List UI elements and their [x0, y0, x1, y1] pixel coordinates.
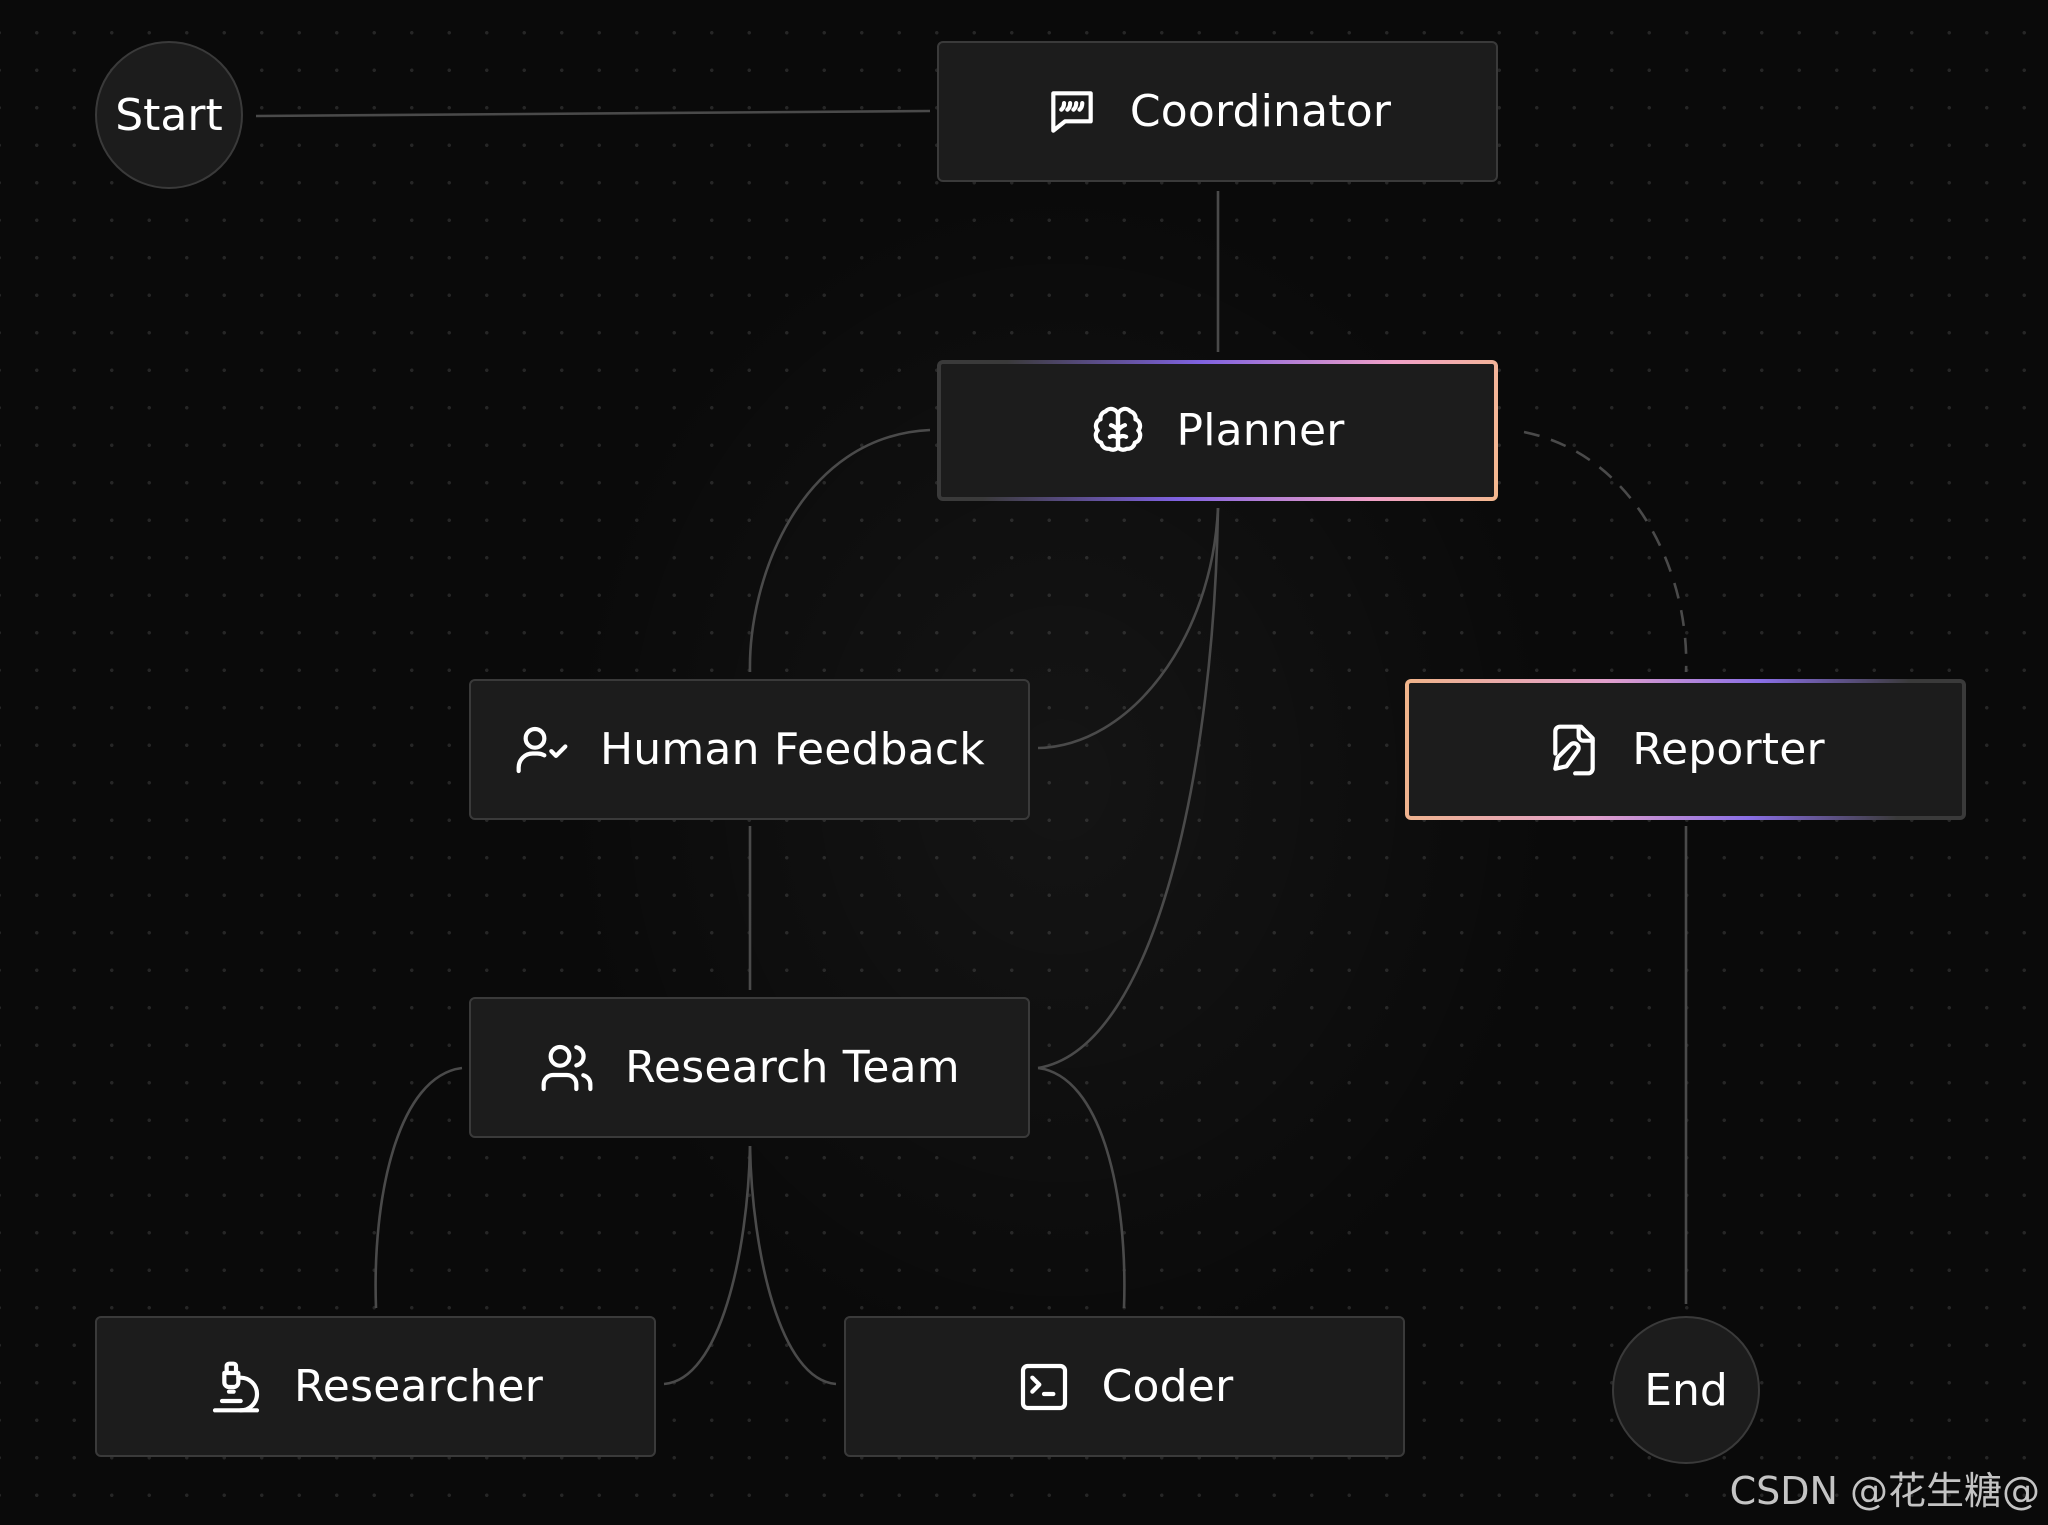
node-start-label: Start — [115, 89, 223, 141]
microscope-icon — [208, 1359, 264, 1415]
node-start[interactable]: Start — [95, 41, 243, 189]
node-reporter[interactable]: Reporter — [1405, 679, 1966, 820]
node-coordinator[interactable]: Coordinator — [937, 41, 1498, 182]
node-reporter-label: Reporter — [1632, 724, 1825, 775]
terminal-square-icon — [1016, 1359, 1072, 1415]
node-human-feedback[interactable]: Human Feedback — [469, 679, 1030, 820]
file-pen-icon — [1546, 722, 1602, 778]
user-check-icon — [514, 722, 570, 778]
edge-coder-research-team — [1037, 1066, 1126, 1309]
chat-quote-icon — [1044, 84, 1100, 140]
workflow-canvas: Start Coordinator Planner Human Feedback… — [0, 0, 2048, 1525]
node-researcher-label: Researcher — [294, 1361, 543, 1412]
watermark: CSDN @花生糖@ — [1729, 1469, 2040, 1513]
edge-planner-human-feedback — [748, 428, 931, 673]
node-research-team-label: Research Team — [625, 1042, 960, 1093]
node-coder-label: Coder — [1101, 1361, 1234, 1412]
brain-icon — [1090, 403, 1146, 459]
node-end[interactable]: End — [1612, 1316, 1760, 1464]
edge-research-team-coder — [748, 1145, 837, 1386]
node-planner[interactable]: Planner — [937, 360, 1498, 501]
edge-research-team-researcher — [374, 1066, 463, 1309]
edge-planner-reporter — [1523, 430, 1688, 673]
users-icon — [539, 1040, 595, 1096]
edge-researcher-research-team — [663, 1145, 752, 1386]
edge-human-feedback-planner — [1037, 507, 1220, 750]
node-human-feedback-label: Human Feedback — [599, 724, 985, 775]
node-coordinator-label: Coordinator — [1129, 86, 1392, 137]
node-coder[interactable]: Coder — [844, 1316, 1405, 1457]
edge-planner-research-team — [1037, 507, 1220, 1070]
node-researcher[interactable]: Researcher — [95, 1316, 656, 1457]
node-research-team[interactable]: Research Team — [469, 997, 1030, 1138]
edge-start-coordinator — [255, 109, 931, 118]
node-planner-label: Planner — [1176, 405, 1345, 456]
node-end-label: End — [1644, 1364, 1728, 1416]
